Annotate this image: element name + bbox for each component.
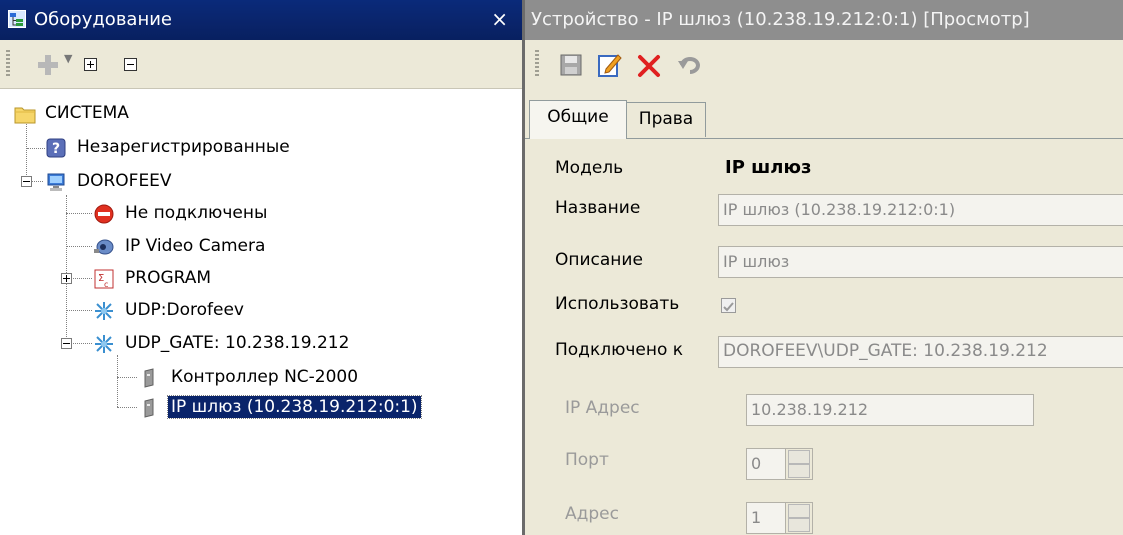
field-name: Название IP шлюз (10.238.19.212:0:1) (555, 194, 1123, 226)
device-panel-titlebar: Устройство - IP шлюз (10.238.19.212:0:1)… (525, 0, 1123, 40)
description-input[interactable]: IP шлюз (718, 246, 1123, 278)
field-port: Порт 0 (555, 446, 855, 480)
camera-icon (94, 237, 114, 257)
tree-line (117, 355, 118, 407)
tree-node-label: Не подключены (125, 203, 268, 223)
tree-node-label: IP шлюз (10.238.19.212:0:1) (167, 395, 422, 419)
description-label: Описание (555, 250, 643, 270)
tree-node-label: IP Video Camera (125, 236, 266, 256)
tree-line (71, 278, 92, 279)
spin-down-icon[interactable] (788, 464, 810, 478)
equipment-tree: СИСТЕМА ? Незарегистрированные DOROFEEV … (0, 89, 522, 535)
expand-node-icon[interactable] (61, 273, 72, 284)
delete-icon[interactable] (637, 54, 661, 83)
folder-icon (14, 104, 36, 124)
tree-node-label: DOROFEEV (77, 171, 172, 191)
tab-general[interactable]: Общие (529, 100, 627, 139)
address-input[interactable]: 1 (746, 502, 786, 534)
tree-line (66, 246, 92, 247)
toolbar-grip[interactable] (535, 50, 539, 78)
tree-node-label: СИСТЕМА (45, 103, 129, 123)
equipment-panel: Оборудование × ▼ СИСТЕМА ? Незарегистрир… (0, 0, 525, 535)
network-icon (94, 334, 114, 354)
checkmark-icon (723, 302, 734, 312)
device-toolbar (525, 40, 1123, 90)
port-label: Порт (565, 450, 609, 470)
model-label: Модель (555, 158, 624, 178)
undo-icon[interactable] (677, 53, 703, 82)
question-icon: ? (46, 138, 66, 158)
tree-node-label: PROGRAM (125, 268, 212, 288)
port-input[interactable]: 0 (746, 448, 786, 480)
tree-toolbar: ▼ (0, 40, 522, 89)
collapse-node-icon[interactable] (21, 176, 32, 187)
device-icon (140, 398, 160, 418)
tab-rights[interactable]: Права (626, 102, 706, 137)
use-label: Использовать (555, 294, 680, 314)
tree-line (71, 343, 92, 344)
svg-text:?: ? (52, 141, 60, 157)
svg-text:c: c (104, 280, 108, 289)
field-model: Модель IP шлюз (555, 154, 1115, 186)
tree-line (66, 310, 92, 311)
no-entry-icon (94, 204, 114, 224)
spin-up-icon[interactable] (788, 504, 810, 518)
tree-node-label: UDP:Dorofeev (125, 300, 244, 320)
field-use: Использовать (555, 290, 1115, 322)
collapse-node-icon[interactable] (61, 338, 72, 349)
name-input[interactable]: IP шлюз (10.238.19.212:0:1) (718, 194, 1123, 226)
tree-line (117, 407, 137, 408)
spin-up-icon[interactable] (788, 450, 810, 464)
edit-icon[interactable] (597, 52, 623, 83)
name-label: Название (555, 198, 641, 218)
ip-label: IP Адрес (565, 398, 640, 418)
field-ip-address: IP Адрес 10.238.19.212 (555, 394, 1075, 426)
device-icon (140, 368, 160, 388)
tree-node-label: Незарегистрированные (77, 137, 290, 157)
tab-strip: Общие Права (525, 100, 1123, 139)
field-description: Описание IP шлюз (555, 246, 1123, 278)
toolbar-grip[interactable] (6, 50, 10, 78)
connected-input[interactable]: DOROFEEV\UDP_GATE: 10.238.19.212 (718, 336, 1123, 368)
device-panel-title: Устройство - IP шлюз (10.238.19.212:0:1)… (531, 9, 1030, 30)
tree-line (117, 377, 137, 378)
equipment-panel-titlebar: Оборудование × (0, 0, 522, 40)
add-icon[interactable] (38, 55, 58, 75)
field-connected-to: Подключено к DOROFEEV\UDP_GATE: 10.238.1… (555, 336, 1123, 368)
tree-node-label: Контроллер NC-2000 (171, 367, 359, 387)
program-icon: Σ c (94, 269, 114, 289)
use-checkbox[interactable] (721, 298, 736, 313)
tree-node-label: UDP_GATE: 10.238.19.212 (125, 333, 350, 353)
address-label: Адрес (565, 504, 619, 524)
tree-line (31, 181, 43, 182)
computer-icon (46, 172, 66, 192)
save-icon[interactable] (559, 53, 583, 82)
expand-all-icon[interactable] (84, 58, 97, 71)
network-icon (94, 301, 114, 321)
tree-line (66, 213, 92, 214)
close-icon[interactable]: × (491, 7, 508, 31)
tree-line (27, 148, 45, 149)
ip-input[interactable]: 10.238.19.212 (746, 394, 1034, 426)
equipment-panel-title: Оборудование (34, 9, 172, 30)
field-address: Адрес 1 (555, 500, 855, 534)
device-panel: Устройство - IP шлюз (10.238.19.212:0:1)… (525, 0, 1123, 535)
connected-label: Подключено к (555, 340, 684, 360)
dropdown-arrow-icon[interactable]: ▼ (64, 52, 72, 65)
address-spinner[interactable] (785, 502, 813, 534)
tree-line (66, 195, 67, 347)
spin-down-icon[interactable] (788, 518, 810, 532)
port-spinner[interactable] (785, 448, 813, 480)
model-value: IP шлюз (725, 157, 812, 178)
tree-window-icon (8, 10, 26, 28)
collapse-all-icon[interactable] (124, 58, 137, 71)
